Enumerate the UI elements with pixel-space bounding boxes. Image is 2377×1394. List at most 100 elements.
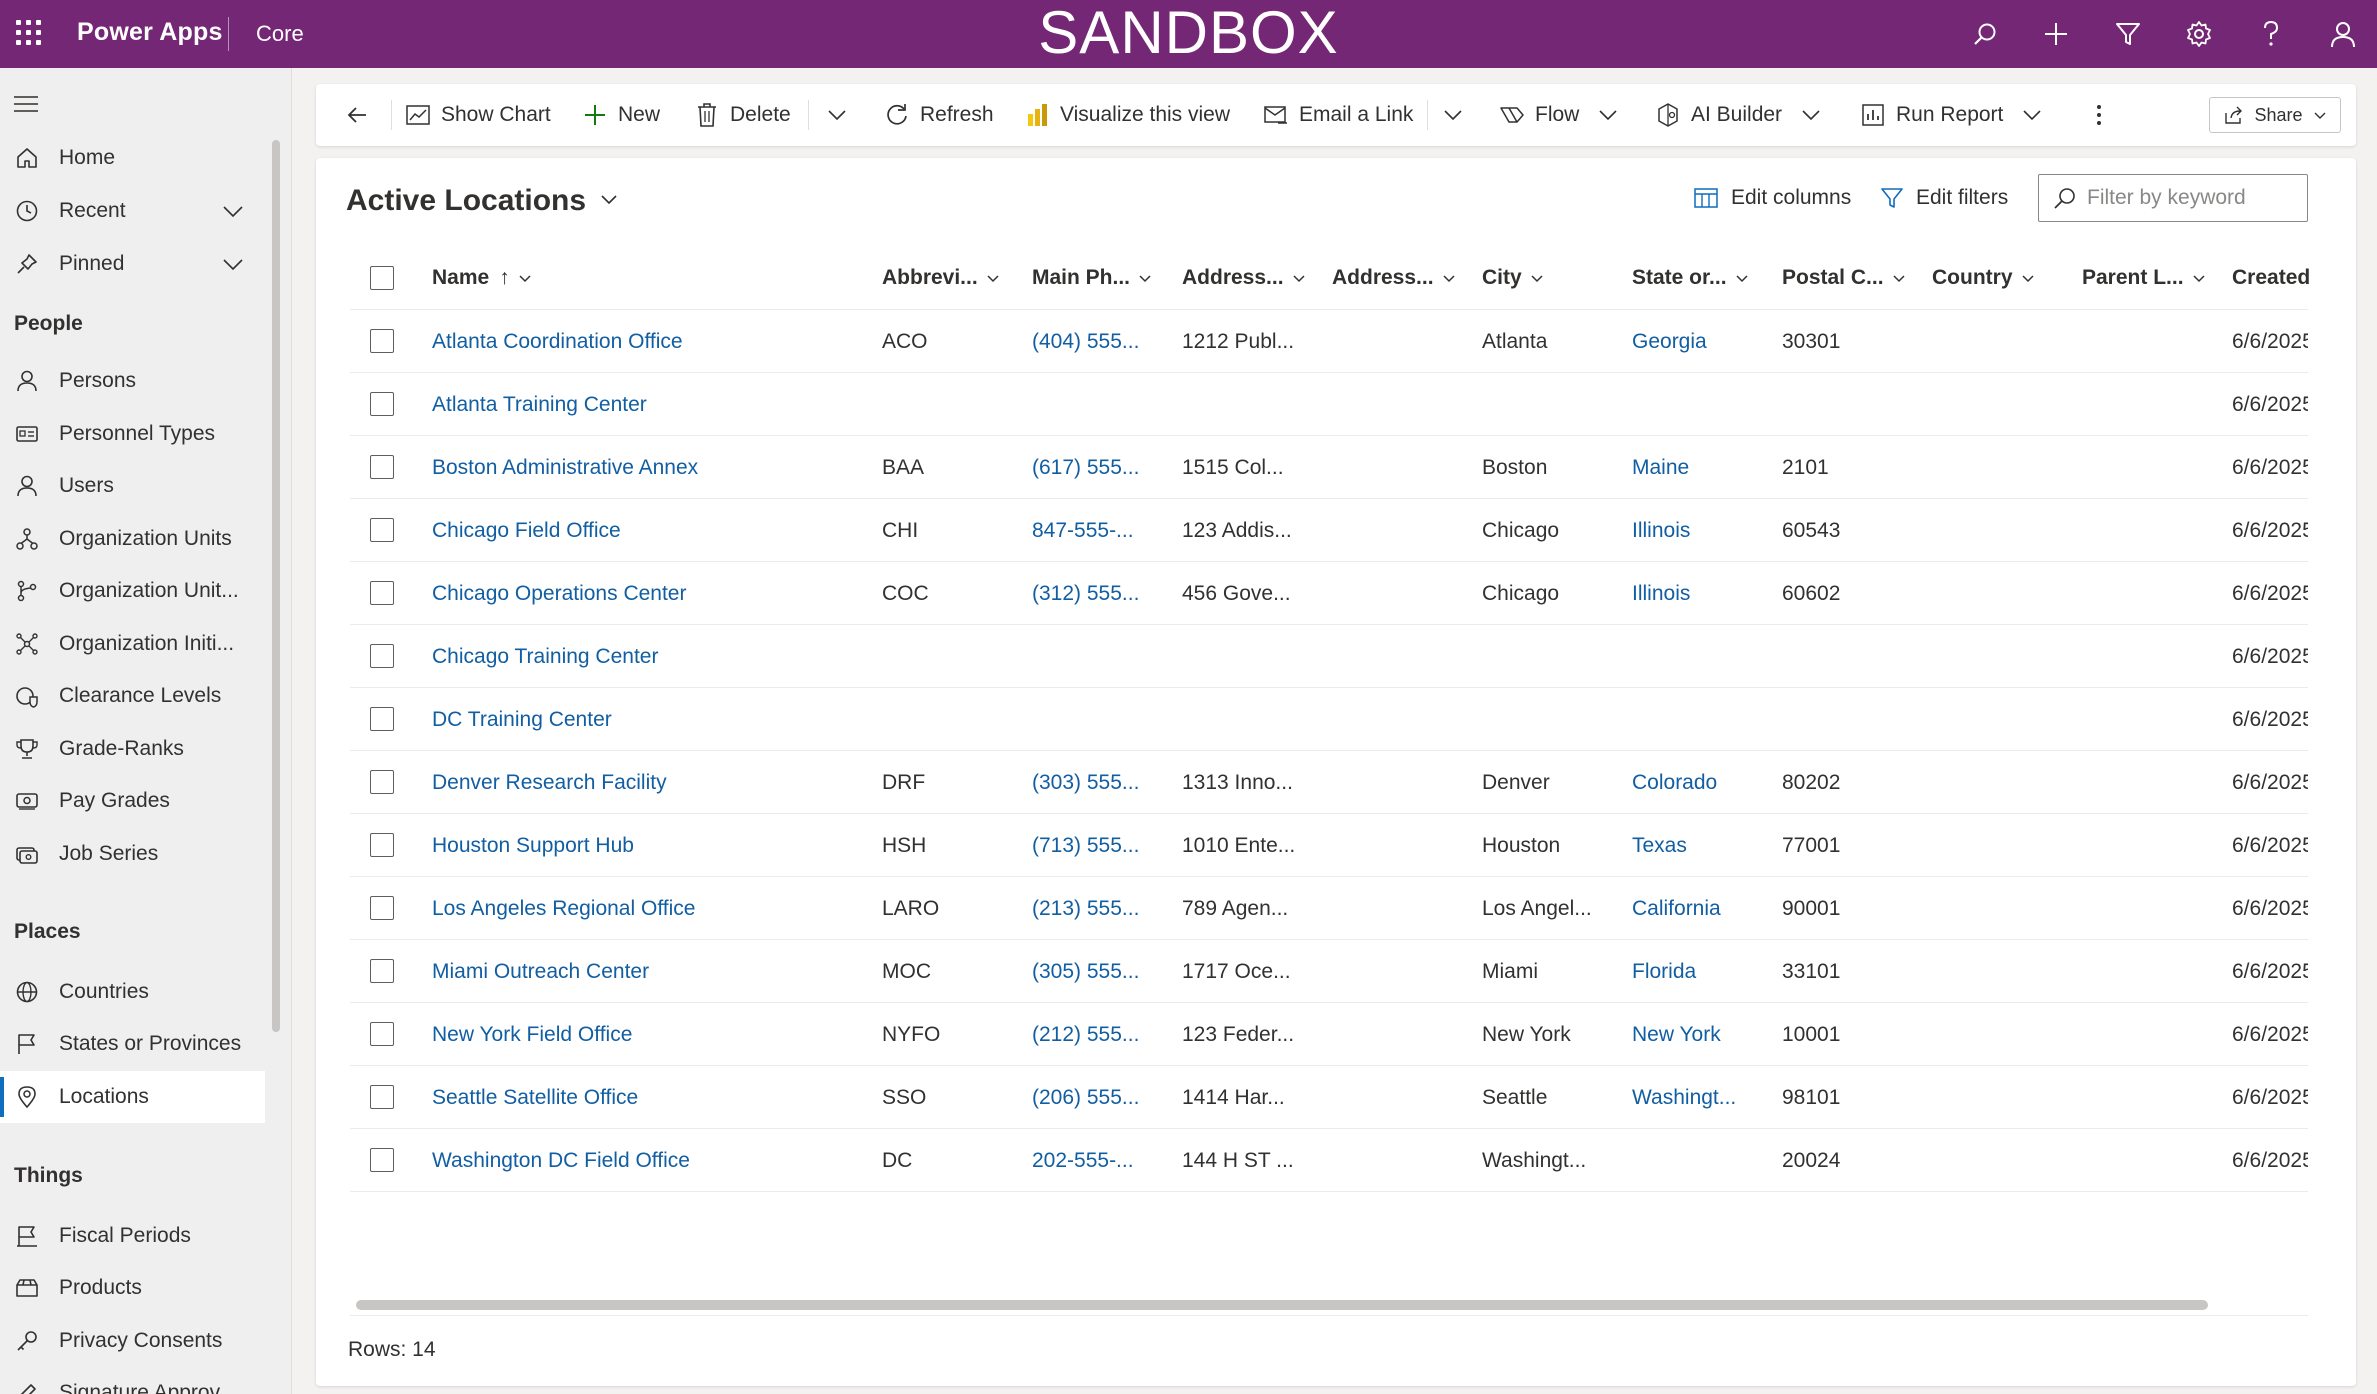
view-selector[interactable]: Active Locations (346, 184, 620, 218)
sidebar-item-organization-units[interactable]: Organization Units (0, 513, 265, 565)
sidebar-item-privacy-consents[interactable]: Privacy Consents (0, 1315, 265, 1367)
row-checkbox[interactable] (370, 959, 394, 983)
run-report-button[interactable]: Run Report (1860, 84, 2055, 146)
column-header-postal-code[interactable]: Postal C... (1782, 246, 1906, 310)
ai-builder-button[interactable]: AI Builder (1655, 84, 1834, 146)
row-checkbox[interactable] (370, 896, 394, 920)
column-header-city[interactable]: City (1482, 246, 1544, 310)
edit-filters-button[interactable]: Edit filters (1880, 186, 2008, 210)
sidebar-item-recent[interactable]: Recent (0, 185, 265, 237)
table-row[interactable]: Seattle Satellite Office SSO (206) 555... 1… (350, 1066, 2308, 1129)
edit-columns-button[interactable]: Edit columns (1693, 186, 1851, 210)
cell-main-phone[interactable]: (212) 555... (1032, 1003, 1172, 1066)
cell-main-phone[interactable]: (312) 555... (1032, 562, 1172, 625)
column-header-country[interactable]: Country (1932, 246, 2035, 310)
search-icon[interactable] (1967, 16, 2003, 52)
table-row[interactable]: Chicago Field Office CHI 847-555-... 123 Ad… (350, 499, 2308, 562)
cell-name[interactable]: DC Training Center (432, 688, 872, 751)
sidebar-item-products[interactable]: Products (0, 1262, 265, 1314)
cell-state[interactable]: Illinois (1632, 562, 1772, 625)
cell-name[interactable]: Denver Research Facility (432, 751, 872, 814)
cell-name[interactable]: Houston Support Hub (432, 814, 872, 877)
table-row[interactable]: Houston Support Hub HSH (713) 555... 1010 E… (350, 814, 2308, 877)
table-row[interactable]: Chicago Training Center 6/6/2025 (350, 625, 2308, 688)
refresh-button[interactable]: Refresh (884, 84, 994, 146)
cell-name[interactable]: Chicago Operations Center (432, 562, 872, 625)
show-chart-button[interactable]: Show Chart (405, 84, 551, 146)
table-row[interactable]: Washington DC Field Office DC 202-555-... 1… (350, 1129, 2308, 1192)
cell-main-phone[interactable]: (206) 555... (1032, 1066, 1172, 1129)
sidebar-item-persons[interactable]: Persons (0, 355, 265, 407)
cell-main-phone[interactable]: (213) 555... (1032, 877, 1172, 940)
column-header-parent-location[interactable]: Parent L... (2082, 246, 2206, 310)
keyword-filter-input[interactable]: Filter by keyword (2038, 174, 2308, 222)
settings-icon[interactable] (2181, 16, 2217, 52)
cell-state[interactable]: Illinois (1632, 499, 1772, 562)
visualize-view-button[interactable]: Visualize this view (1024, 84, 1230, 146)
email-link-button[interactable]: Email a Link (1263, 84, 1413, 146)
cell-state[interactable]: Colorado (1632, 751, 1772, 814)
cell-name[interactable]: New York Field Office (432, 1003, 872, 1066)
share-button[interactable]: Share (2209, 97, 2341, 133)
table-row[interactable]: Boston Administrative Annex BAA (617) 555.… (350, 436, 2308, 499)
table-row[interactable]: Denver Research Facility DRF (303) 555... 1… (350, 751, 2308, 814)
cell-state[interactable]: Florida (1632, 940, 1772, 1003)
column-header-abbreviation[interactable]: Abbrevi... (882, 246, 1000, 310)
column-header-state[interactable]: State or... (1632, 246, 1749, 310)
row-checkbox[interactable] (370, 455, 394, 479)
row-checkbox[interactable] (370, 1022, 394, 1046)
cell-state[interactable]: Maine (1632, 436, 1772, 499)
column-header-address-1[interactable]: Address... (1182, 246, 1306, 310)
cell-name[interactable]: Atlanta Training Center (432, 373, 872, 436)
sidebar-item-clearance-levels[interactable]: Clearance Levels (0, 670, 265, 722)
table-row[interactable]: DC Training Center 6/6/2025 (350, 688, 2308, 751)
chevron-down-icon[interactable] (1595, 102, 1621, 128)
sidebar-item-signature-approvals[interactable]: Signature Approv... (0, 1367, 265, 1394)
cell-state[interactable]: Washingt... (1632, 1066, 1772, 1129)
menu-toggle-icon[interactable] (14, 96, 38, 117)
cell-name[interactable]: Los Angeles Regional Office (432, 877, 872, 940)
sidebar-item-users[interactable]: Users (0, 460, 265, 512)
more-commands-dropdown[interactable] (824, 84, 860, 146)
chevron-down-icon[interactable] (221, 252, 245, 282)
sidebar-item-states-or-provinces[interactable]: States or Provinces (0, 1018, 265, 1070)
new-button[interactable]: New (582, 84, 660, 146)
horizontal-scrollbar[interactable] (356, 1300, 2208, 1310)
column-header-created[interactable]: Created (2232, 246, 2310, 310)
email-dropdown[interactable] (1440, 84, 1476, 146)
cell-state[interactable]: Texas (1632, 814, 1772, 877)
chevron-down-icon[interactable] (221, 199, 245, 229)
chevron-down-icon[interactable] (1798, 102, 1824, 128)
table-row[interactable]: Atlanta Training Center 6/6/2025 (350, 373, 2308, 436)
cell-main-phone[interactable]: (713) 555... (1032, 814, 1172, 877)
help-icon[interactable] (2253, 16, 2289, 52)
cell-main-phone[interactable]: (303) 555... (1032, 751, 1172, 814)
sidebar-scrollbar[interactable] (272, 140, 280, 1032)
cell-name[interactable]: Boston Administrative Annex (432, 436, 872, 499)
sidebar-item-pinned[interactable]: Pinned (0, 238, 265, 290)
sidebar-item-grade-ranks[interactable]: Grade-Ranks (0, 723, 265, 775)
column-header-address-2[interactable]: Address... (1332, 246, 1456, 310)
cell-main-phone[interactable]: (617) 555... (1032, 436, 1172, 499)
row-checkbox[interactable] (370, 707, 394, 731)
select-all-checkbox[interactable] (370, 266, 394, 290)
cell-state[interactable]: New York (1632, 1003, 1772, 1066)
table-row[interactable]: Atlanta Coordination Office ACO (404) 555.… (350, 310, 2308, 373)
sidebar-item-job-series[interactable]: Job Series (0, 828, 265, 880)
cell-name[interactable]: Chicago Training Center (432, 625, 872, 688)
overflow-menu-button[interactable] (2086, 84, 2122, 146)
sidebar-item-organization-initiatives[interactable]: Organization Initi... (0, 618, 265, 670)
cell-name[interactable]: Atlanta Coordination Office (432, 310, 872, 373)
cell-state[interactable]: Georgia (1632, 310, 1772, 373)
sidebar-item-countries[interactable]: Countries (0, 966, 265, 1018)
sidebar-item-fiscal-periods[interactable]: Fiscal Periods (0, 1210, 265, 1262)
table-row[interactable]: Los Angeles Regional Office LARO (213) 555… (350, 877, 2308, 940)
column-header-main-phone[interactable]: Main Ph... (1032, 246, 1152, 310)
flow-button[interactable]: Flow (1499, 84, 1631, 146)
row-checkbox[interactable] (370, 1085, 394, 1109)
column-header-name[interactable]: Name ↑ (432, 246, 532, 310)
sidebar-item-organization-unit-types[interactable]: Organization Unit... (0, 565, 265, 617)
cell-main-phone[interactable]: (305) 555... (1032, 940, 1172, 1003)
user-icon[interactable] (2325, 16, 2361, 52)
cell-name[interactable]: Miami Outreach Center (432, 940, 872, 1003)
